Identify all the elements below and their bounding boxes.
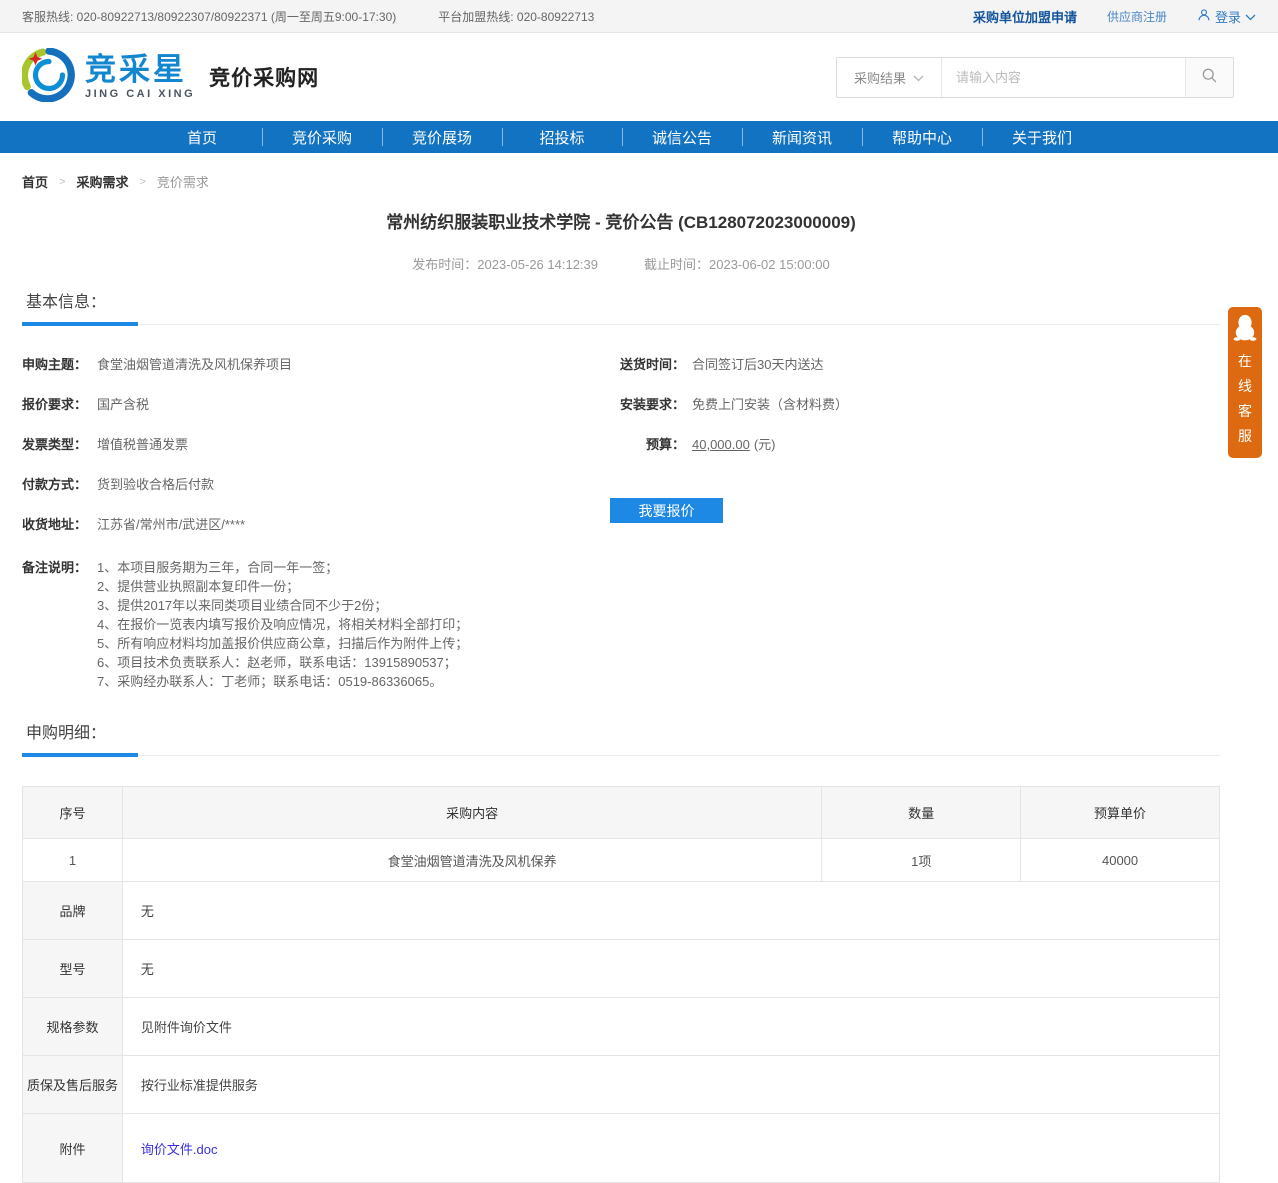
search-icon	[1201, 67, 1218, 87]
table-row: 1 食堂油烟管道清洗及风机保养 1项 40000	[23, 839, 1220, 882]
col-header-content: 采购内容	[122, 787, 821, 839]
field-payment-method: 付款方式： 货到验收合格后付款	[22, 478, 614, 491]
qq-penguin-icon	[1233, 314, 1257, 346]
field-delivery-time: 送货时间： 合同签订后30天内送达	[614, 358, 1220, 371]
search-bar: 采购结果	[836, 57, 1234, 98]
cell-unit-budget: 40000	[1021, 839, 1220, 882]
user-icon	[1197, 8, 1211, 25]
online-service-label: 服	[1238, 426, 1252, 446]
field-delivery-address: 收货地址： 江苏省/常州市/武进区/****	[22, 518, 614, 531]
quote-now-button[interactable]: 我要报价	[610, 498, 723, 523]
cell-seq: 1	[23, 839, 123, 882]
table-row-spec: 规格参数 见附件询价文件	[23, 998, 1220, 1056]
field-install-requirement: 安装要求： 免费上门安装（含材料费）	[614, 398, 1220, 411]
purchaser-join-link[interactable]: 采购单位加盟申请	[973, 7, 1077, 26]
nav-item-bidding-hall[interactable]: 竞价展场	[382, 121, 502, 153]
login-link[interactable]: 登录	[1197, 7, 1256, 26]
search-button[interactable]	[1185, 58, 1233, 97]
budget-amount-link[interactable]: 40,000.00	[692, 437, 750, 452]
detail-section-header: 申购明细：	[22, 719, 1220, 756]
col-header-quantity: 数量	[822, 787, 1021, 839]
remark-line: 6、项目技术负责联系人：赵老师，联系电话：13915890537；	[97, 653, 468, 672]
breadcrumb: 首页 > 采购需求 > 竞价需求	[22, 172, 1220, 191]
basic-info-fields: 申购主题： 食堂油烟管道清洗及风机保养项目 报价要求： 国产含税 发票类型： 增…	[22, 358, 1220, 691]
service-hotline: 客服热线: 020-80922713/80922307/80922371 (周一…	[22, 8, 396, 25]
table-row-brand: 品牌 无	[23, 882, 1220, 940]
field-quote-requirement: 报价要求： 国产含税	[22, 398, 614, 411]
online-service-label: 客	[1238, 401, 1252, 421]
breadcrumb-purchase-demand[interactable]: 采购需求	[76, 172, 128, 191]
site-logo[interactable]: 竞采星 JING CAI XING	[22, 48, 195, 107]
basic-info-title: 基本信息：	[26, 288, 1220, 312]
purchase-detail-table: 序号 采购内容 数量 预算单价 1 食堂油烟管道清洗及风机保养 1项 40000…	[22, 786, 1220, 1183]
site-header: 竞采星 JING CAI XING 竞价采购网 采购结果	[0, 33, 1278, 121]
nav-item-news[interactable]: 新闻资讯	[742, 121, 862, 153]
publish-time: 发布时间：2023-05-26 14:12:39	[412, 254, 598, 273]
login-label: 登录	[1215, 7, 1241, 26]
topbar-links: 采购单位加盟申请 供应商注册 登录	[973, 7, 1256, 26]
supplier-register-link[interactable]: 供应商注册	[1107, 8, 1167, 25]
remark-line: 3、提供2017年以来同类项目业绩合同不少于2份；	[97, 596, 468, 615]
nav-item-bidding-purchase[interactable]: 竞价采购	[262, 121, 382, 153]
remark-line: 5、所有响应材料均加盖报价供应商公章，扫描后作为附件上传；	[97, 634, 468, 653]
col-header-seq: 序号	[23, 787, 123, 839]
nav-item-tender[interactable]: 招投标	[502, 121, 622, 153]
search-input[interactable]	[942, 58, 1185, 97]
table-row-attachment: 附件 询价文件.doc	[23, 1114, 1220, 1183]
nav-item-integrity-notice[interactable]: 诚信公告	[622, 121, 742, 153]
attachment-link[interactable]: 询价文件.doc	[141, 1142, 218, 1157]
chevron-down-icon	[1245, 9, 1256, 24]
remark-line: 4、在报价一览表内填写报价及响应情况，将相关材料全部打印；	[97, 615, 468, 634]
field-budget: 预算： 40,000.00(元)	[614, 438, 1220, 451]
cell-quantity: 1项	[822, 839, 1021, 882]
platform-hotline: 平台加盟热线: 020-80922713	[438, 8, 594, 25]
field-invoice-type: 发票类型： 增值税普通发票	[22, 438, 614, 451]
detail-title: 申购明细：	[26, 719, 1220, 743]
nav-item-about-us[interactable]: 关于我们	[982, 121, 1102, 153]
nav-item-help-center[interactable]: 帮助中心	[862, 121, 982, 153]
table-header-row: 序号 采购内容 数量 预算单价	[23, 787, 1220, 839]
breadcrumb-home[interactable]: 首页	[22, 172, 48, 191]
basic-info-section-header: 基本信息：	[22, 288, 1220, 325]
page-title: 常州纺织服装职业技术学院 - 竞价公告 (CB128072023000009)	[22, 208, 1220, 233]
notice-dates: 发布时间：2023-05-26 14:12:39 截止时间：2023-06-02…	[22, 254, 1220, 273]
topbar: 客服热线: 020-80922713/80922307/80922371 (周一…	[0, 0, 1278, 33]
col-header-unit-budget: 预算单价	[1021, 787, 1220, 839]
search-category-value: 采购结果	[854, 68, 906, 87]
field-remark: 备注说明： 1、本项目服务期为三年，合同一年一签； 2、提供营业执照副本复印件一…	[22, 558, 614, 691]
table-row-model: 型号 无	[23, 940, 1220, 998]
remark-line: 1、本项目服务期为三年，合同一年一签；	[97, 558, 468, 577]
breadcrumb-current: 竞价需求	[157, 172, 209, 191]
remark-line: 7、采购经办联系人：丁老师；联系电话：0519-86336065。	[97, 672, 468, 691]
remark-line: 2、提供营业执照副本复印件一份；	[97, 577, 468, 596]
logo-mark-icon	[22, 48, 76, 107]
cell-content: 食堂油烟管道清洗及风机保养	[122, 839, 821, 882]
breadcrumb-separator-icon: >	[59, 176, 65, 188]
logo-title: 竞采星	[85, 54, 195, 85]
online-service-widget[interactable]: 在 线 客 服	[1228, 307, 1262, 458]
search-category-select[interactable]: 采购结果	[837, 58, 942, 97]
main-nav: 首页 竞价采购 竞价展场 招投标 诚信公告 新闻资讯 帮助中心 关于我们	[0, 121, 1278, 153]
chevron-down-icon	[913, 70, 924, 85]
nav-item-home[interactable]: 首页	[142, 121, 262, 153]
main-content: 首页 > 采购需求 > 竞价需求 常州纺织服装职业技术学院 - 竞价公告 (CB…	[22, 172, 1220, 1183]
site-name: 竞价采购网	[209, 62, 319, 92]
breadcrumb-separator-icon: >	[139, 176, 145, 188]
deadline-time: 截止时间：2023-06-02 15:00:00	[644, 254, 830, 273]
online-service-label: 线	[1238, 376, 1252, 396]
table-row-warranty: 质保及售后服务 按行业标准提供服务	[23, 1056, 1220, 1114]
budget-unit: (元)	[754, 437, 776, 452]
field-subject: 申购主题： 食堂油烟管道清洗及风机保养项目	[22, 358, 614, 371]
online-service-label: 在	[1238, 351, 1252, 371]
logo-subtitle: JING CAI XING	[85, 89, 195, 100]
